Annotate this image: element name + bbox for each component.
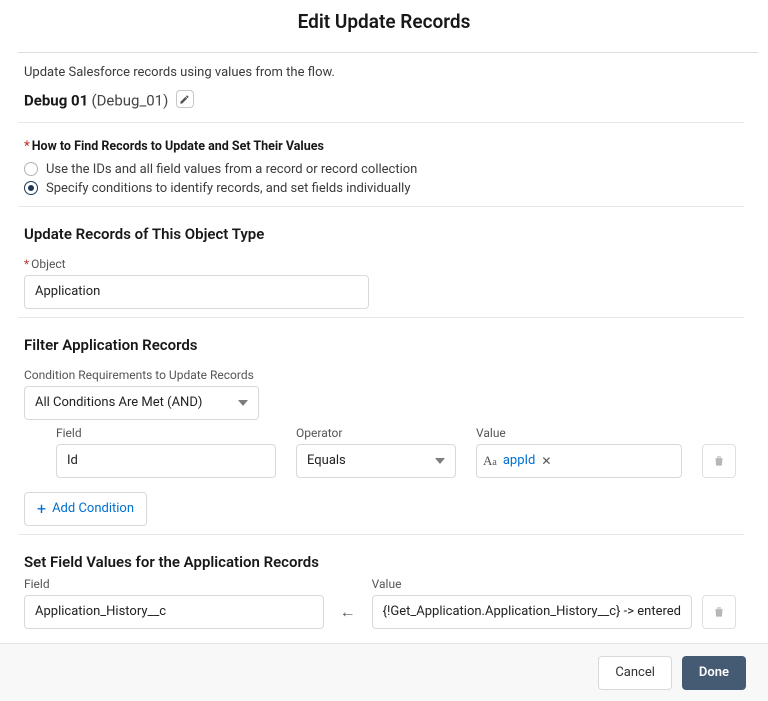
filter-col-field: Field bbox=[56, 426, 276, 444]
condition-req-select[interactable]: All Conditions Are Met (AND) bbox=[24, 386, 259, 420]
value-pill-text: appId bbox=[503, 453, 536, 468]
set-value-text: {!Get_Application.Application_History__c… bbox=[383, 604, 681, 619]
add-condition-button[interactable]: + Add Condition bbox=[24, 492, 147, 526]
filter-col-operator: Operator bbox=[296, 426, 456, 444]
set-field-input[interactable]: Application_History__c bbox=[24, 595, 324, 629]
find-option-conditions-label: Specify conditions to identify records, … bbox=[46, 181, 411, 196]
set-value-input[interactable]: {!Get_Application.Application_History__c… bbox=[372, 595, 692, 629]
delete-condition-button[interactable] bbox=[702, 444, 736, 478]
chevron-down-icon bbox=[238, 400, 248, 406]
condition-req-label: Condition Requirements to Update Records bbox=[18, 360, 744, 386]
filter-col-value: Value bbox=[476, 426, 682, 444]
set-col-field: Field bbox=[24, 577, 324, 595]
edit-element-button[interactable] bbox=[176, 90, 194, 108]
find-option-conditions[interactable]: Specify conditions to identify records, … bbox=[18, 179, 744, 198]
set-col-value: Value bbox=[372, 577, 692, 595]
add-condition-label: Add Condition bbox=[52, 501, 134, 516]
trash-icon bbox=[712, 605, 726, 619]
find-option-ids[interactable]: Use the IDs and all field values from a … bbox=[18, 160, 744, 179]
filter-value-input[interactable]: Aa appId ✕ bbox=[476, 444, 682, 478]
dialog-subtitle: Update Salesforce records using values f… bbox=[18, 53, 744, 90]
filter-field-value: Id bbox=[67, 453, 78, 468]
dialog-title: Edit Update Records bbox=[0, 0, 768, 47]
object-value: Application bbox=[35, 284, 100, 299]
element-api-name: (Debug_01) bbox=[91, 92, 168, 110]
condition-req-value: All Conditions Are Met (AND) bbox=[35, 395, 202, 410]
radio-unselected-icon bbox=[24, 162, 38, 176]
object-type-heading: Update Records of This Object Type bbox=[18, 207, 744, 249]
filter-field-input[interactable]: Id bbox=[56, 444, 276, 478]
pill-remove-icon[interactable]: ✕ bbox=[541, 454, 551, 468]
value-pill: appId ✕ bbox=[503, 453, 552, 468]
filter-heading: Filter Application Records bbox=[18, 318, 744, 360]
set-values-heading: Set Field Values for the Application Rec… bbox=[18, 535, 744, 577]
element-label: Debug 01 bbox=[24, 92, 88, 110]
delete-field-button[interactable] bbox=[702, 595, 736, 629]
dialog-footer: Cancel Done bbox=[0, 643, 768, 701]
text-type-icon: Aa bbox=[483, 453, 497, 469]
find-option-ids-label: Use the IDs and all field values from a … bbox=[46, 162, 417, 177]
plus-icon: + bbox=[37, 501, 46, 517]
pencil-icon bbox=[179, 94, 190, 105]
find-records-heading: How to Find Records to Update and Set Th… bbox=[18, 123, 744, 160]
chevron-down-icon bbox=[435, 458, 445, 464]
trash-icon bbox=[712, 454, 726, 468]
object-input[interactable]: Application bbox=[24, 275, 369, 309]
arrow-left-icon: ← bbox=[334, 595, 362, 629]
element-header: Debug 01 (Debug_01) bbox=[18, 90, 744, 123]
radio-selected-icon bbox=[24, 181, 38, 195]
object-label: Object bbox=[18, 249, 744, 275]
cancel-button[interactable]: Cancel bbox=[598, 656, 672, 690]
done-button[interactable]: Done bbox=[682, 656, 746, 690]
set-field-value: Application_History__c bbox=[35, 604, 166, 619]
filter-operator-value: Equals bbox=[307, 453, 346, 468]
filter-operator-select[interactable]: Equals bbox=[296, 444, 456, 478]
dialog-body: Update Salesforce records using values f… bbox=[18, 52, 758, 641]
